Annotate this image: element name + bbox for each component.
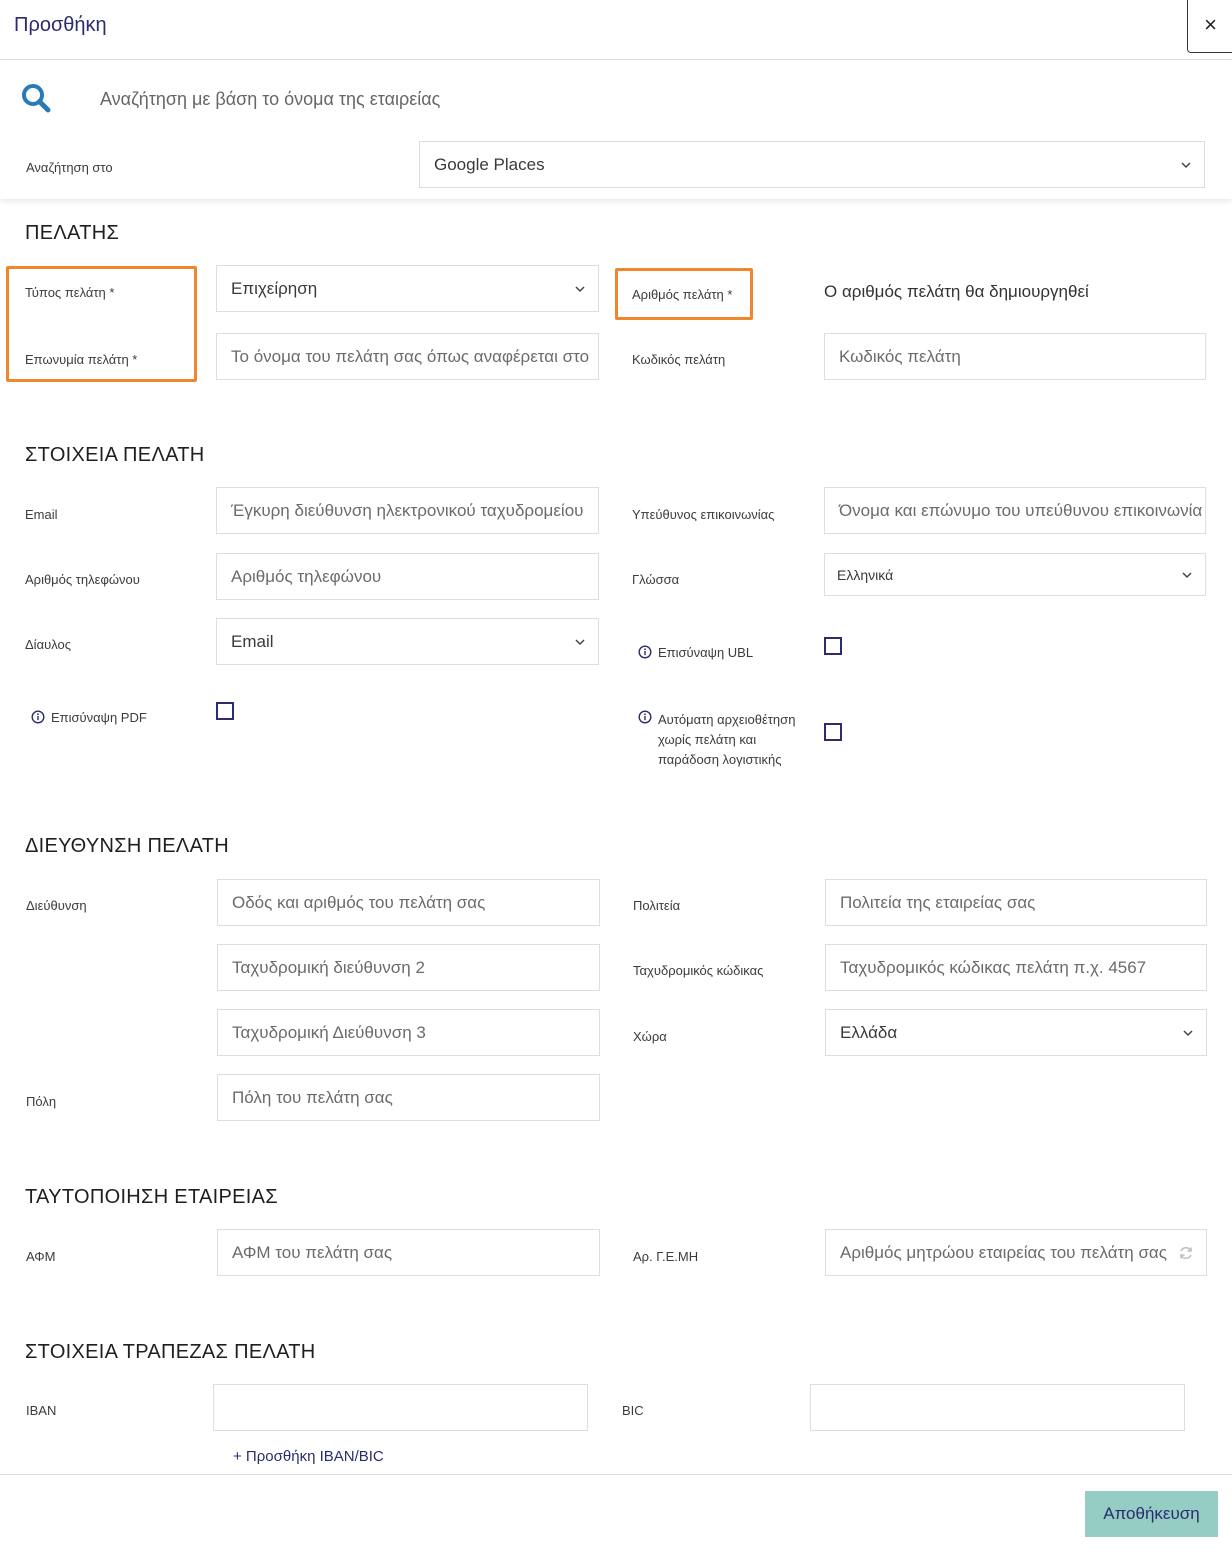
country-value: Ελλάδα (840, 1022, 898, 1042)
chevron-down-icon (1182, 571, 1192, 578)
search-source-select[interactable]: Google Places (419, 141, 1205, 188)
modal-title: Προσθήκη (14, 14, 107, 36)
auto-archive-checkbox[interactable] (824, 723, 842, 741)
channel-value: Email (231, 631, 274, 651)
state-input[interactable]: Πολιτεία της εταιρείας σας (825, 879, 1207, 926)
bic-input[interactable] (810, 1384, 1185, 1431)
address-section-title: ΔΙΕΥΘΥΝΣΗ ΠΕΛΑΤΗ (25, 835, 229, 857)
info-icon[interactable] (31, 710, 45, 724)
search-source-label: Αναζήτηση στο (26, 160, 113, 175)
info-icon[interactable] (638, 710, 652, 724)
info-icon[interactable] (638, 645, 652, 659)
iban-input[interactable] (213, 1384, 588, 1431)
language-select[interactable]: Ελληνικά (824, 553, 1206, 596)
street-input[interactable]: Οδός και αριθμός του πελάτη σας (217, 879, 600, 926)
language-label: Γλώσσα (632, 572, 680, 587)
channel-select[interactable]: Email (216, 618, 599, 665)
address-label: Διεύθυνση (26, 898, 87, 913)
company-search-input[interactable] (100, 84, 800, 114)
city-input[interactable]: Πόλη του πελάτη σας (217, 1074, 600, 1121)
gemi-label: Αρ. Γ.Ε.ΜΗ (633, 1249, 699, 1264)
country-select[interactable]: Ελλάδα (825, 1009, 1207, 1056)
chevron-down-icon (575, 638, 585, 645)
footer-divider (0, 1474, 1232, 1475)
attach-pdf-checkbox[interactable] (216, 702, 234, 720)
search-source-value: Google Places (434, 154, 545, 174)
phone-label: Αριθμός τηλεφώνου (25, 572, 140, 587)
bic-label: BIC (622, 1403, 644, 1418)
postal-code-label: Ταχυδρομικός κώδικας (633, 963, 764, 978)
attach-ubl-label: Επισύναψη UBL (658, 645, 754, 660)
phone-input[interactable]: Αριθμός τηλεφώνου (216, 553, 599, 600)
chevron-down-icon (575, 285, 585, 292)
identification-section-title: ΤΑΥΤΟΠΟΙΗΣΗ ΕΤΑΙΡΕΙΑΣ (25, 1186, 278, 1208)
customer-type-label: Τύπος πελάτη * (25, 285, 115, 300)
chevron-down-icon (1183, 1029, 1193, 1036)
address2-input[interactable]: Ταχυδρομική διεύθυνση 2 (217, 944, 600, 991)
refresh-icon[interactable] (1178, 1245, 1194, 1261)
close-icon: × (1204, 12, 1217, 37)
chevron-down-icon (1181, 161, 1191, 168)
contact-person-input[interactable]: Όνομα και επώνυμο του υπεύθυνου επικοινω… (824, 487, 1206, 534)
customer-number-label: Αριθμός πελάτη * (632, 287, 733, 302)
gemi-placeholder: Αριθμός μητρώου εταιρείας του πελάτη σας (840, 1242, 1167, 1262)
customer-name-input[interactable]: Το όνομα του πελάτη σας όπως αναφέρεται … (216, 333, 599, 380)
customer-number-value: Ο αριθμός πελάτη θα δημιουργηθεί (824, 282, 1089, 301)
contact-person-label: Υπεύθυνος επικοινωνίας (632, 507, 775, 522)
language-value: Ελληνικά (837, 566, 894, 583)
state-label: Πολιτεία (633, 898, 681, 913)
customer-code-input[interactable]: Κωδικός πελάτη (824, 333, 1206, 380)
close-button[interactable]: × (1187, 0, 1232, 53)
vat-label: ΑΦΜ (26, 1249, 56, 1264)
attach-pdf-label: Επισύναψη PDF (51, 710, 147, 725)
iban-label: IBAN (26, 1403, 57, 1418)
customer-section-title: ΠΕΛΑΤΗΣ (25, 222, 120, 244)
gemi-input[interactable]: Αριθμός μητρώου εταιρείας του πελάτη σας (825, 1229, 1207, 1276)
customer-type-value: Επιχείρηση (231, 278, 318, 298)
add-iban-bic-link[interactable]: + Προσθήκη IBAN/BIC (233, 1448, 384, 1465)
postal-code-input[interactable]: Ταχυδρομικός κώδικας πελάτη π.χ. 4567 (825, 944, 1207, 991)
search-icon[interactable] (20, 82, 52, 114)
vat-input[interactable]: ΑΦΜ του πελάτη σας (217, 1229, 600, 1276)
email-input[interactable]: Έγκυρη διεύθυνση ηλεκτρονικού ταχυδρομεί… (216, 487, 599, 534)
attach-ubl-checkbox[interactable] (824, 637, 842, 655)
auto-archive-label: Αυτόματη αρχειοθέτηση χωρίς πελάτη και π… (658, 712, 796, 767)
country-label: Χώρα (633, 1029, 667, 1044)
customer-name-label: Επωνυμία πελάτη * (25, 352, 138, 367)
address3-input[interactable]: Ταχυδρομική Διεύθυνση 3 (217, 1009, 600, 1056)
customer-code-label: Κωδικός πελάτη (632, 352, 726, 367)
customer-type-select[interactable]: Επιχείρηση (216, 265, 599, 312)
details-section-title: ΣΤΟΙΧΕΙΑ ΠΕΛΑΤΗ (25, 444, 205, 466)
channel-label: Δίαυλος (25, 637, 71, 652)
email-label: Email (25, 507, 58, 522)
city-label: Πόλη (26, 1094, 57, 1109)
bank-section-title: ΣΤΟΙΧΕΙΑ ΤΡΑΠΕΖΑΣ ΠΕΛΑΤΗ (25, 1341, 316, 1363)
save-button[interactable]: Αποθήκευση (1085, 1491, 1218, 1537)
